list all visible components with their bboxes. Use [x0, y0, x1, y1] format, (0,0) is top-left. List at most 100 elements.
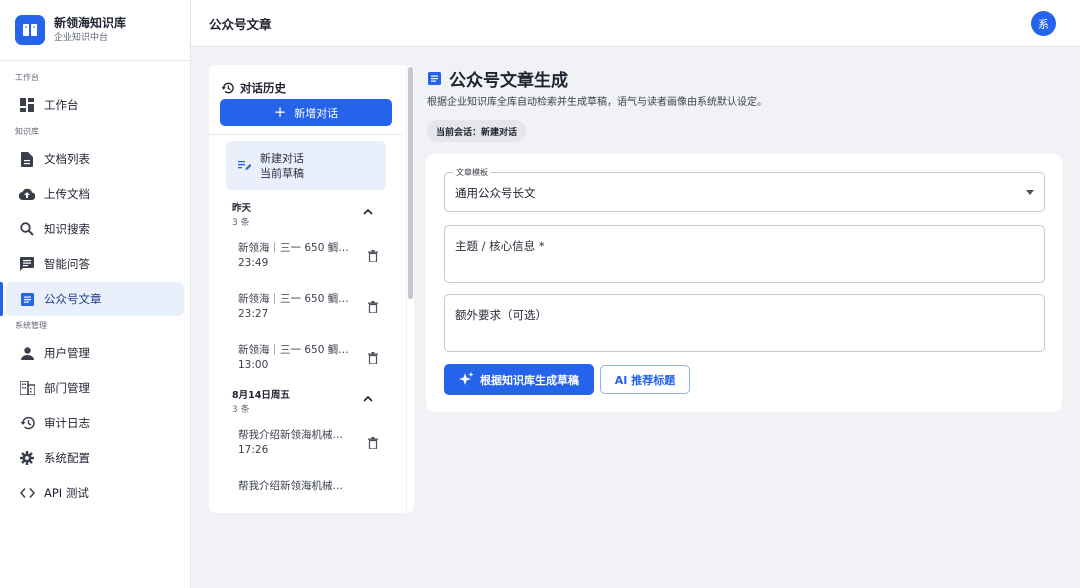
history-icon — [19, 415, 35, 431]
gear-icon — [19, 450, 35, 466]
current-chat-subtitle: 当前草稿 — [260, 166, 304, 180]
avatar[interactable]: 系 — [1031, 11, 1056, 36]
list-item[interactable]: 新领海｜三一 650 鲷鱼... 13:00 — [238, 332, 378, 383]
history-item-title: 新领海｜三一 650 鲷鱼... — [238, 293, 350, 305]
trash-icon[interactable] — [368, 437, 378, 449]
generate-draft-button[interactable]: 根据知识库生成草稿 — [444, 364, 594, 395]
page-title: 公众号文章 — [209, 16, 272, 32]
list-item[interactable]: 新领海｜三一 650 鲷鱼... 23:27 — [238, 281, 378, 332]
group-title: 8月14日周五 — [232, 390, 290, 401]
extra-placeholder: 额外要求（可选） — [455, 308, 547, 322]
sidebar-item-label: 工作台 — [44, 98, 79, 112]
main-heading: 公众号文章生成 — [449, 71, 568, 91]
divider — [209, 134, 403, 135]
new-chat-button[interactable]: + 新增对话 — [220, 99, 392, 126]
plus-icon: + — [273, 103, 287, 121]
history-item-title: 新领海｜三一 650 鲷鱼... — [238, 344, 350, 356]
document-icon — [19, 151, 35, 167]
sidebar: 新领海知识库 企业知识中台 工作台 工作台 知识库 文档列表 上传文档 知识搜索… — [0, 0, 191, 588]
group-count: 3 条 — [232, 405, 250, 415]
sidebar-item-label: 智能问答 — [44, 257, 90, 271]
history-item-title: 帮我介绍新领海机械化... — [238, 480, 350, 492]
history-icon — [221, 82, 234, 94]
history-panel: 对话历史 + 新增对话 新建对话 当前草稿 昨天 3 条 新领海｜三一 650 … — [209, 65, 414, 513]
sidebar-item-label: 文档列表 — [44, 152, 90, 166]
sidebar-item-documents[interactable]: 文档列表 — [6, 142, 184, 176]
extra-requirements-input[interactable]: 额外要求（可选） — [444, 294, 1045, 352]
group-title: 昨天 — [232, 203, 252, 214]
sidebar-item-departments[interactable]: 部门管理 — [6, 371, 184, 405]
trash-icon[interactable] — [368, 352, 378, 364]
code-icon — [19, 485, 35, 501]
book-logo-icon — [15, 15, 45, 45]
building-icon — [19, 380, 35, 396]
trash-icon[interactable] — [368, 301, 378, 313]
history-item-time: 23:49 — [238, 257, 269, 269]
sidebar-item-upload[interactable]: 上传文档 — [6, 177, 184, 211]
sidebar-item-label: 公众号文章 — [44, 292, 102, 306]
chevron-up-icon[interactable] — [363, 208, 373, 215]
new-chat-label: 新增对话 — [294, 106, 339, 120]
nav-section-knowledge: 知识库 — [15, 127, 39, 136]
brand-name: 新领海知识库 — [54, 15, 127, 30]
edit-note-icon — [238, 160, 251, 171]
main-title: 公众号文章生成 — [428, 66, 568, 91]
dashboard-icon — [19, 97, 35, 113]
topic-placeholder: 主题 / 核心信息 * — [455, 239, 545, 253]
template-value: 通用公众号长文 — [455, 186, 536, 200]
history-item-title: 新领海｜三一 650 鲷鱼... — [238, 242, 350, 254]
sidebar-item-label: 用户管理 — [44, 346, 90, 360]
template-select[interactable]: 文章模板 通用公众号长文 — [444, 167, 1045, 212]
session-chip: 当前会话：新建对话 — [427, 120, 527, 142]
sidebar-item-api[interactable]: API 测试 — [6, 476, 184, 510]
caret-down-icon — [1026, 190, 1034, 195]
chat-icon — [19, 256, 35, 272]
nav-section-system: 系统管理 — [15, 321, 47, 330]
sidebar-item-label: 知识搜索 — [44, 222, 90, 236]
current-chat-card[interactable]: 新建对话 当前草稿 — [226, 141, 386, 190]
sidebar-item-users[interactable]: 用户管理 — [6, 336, 184, 370]
sidebar-item-audit[interactable]: 审计日志 — [6, 406, 184, 440]
history-header: 对话历史 — [209, 65, 403, 97]
trash-icon[interactable] — [368, 250, 378, 262]
history-group-yesterday[interactable]: 昨天 3 条 — [232, 202, 403, 230]
history-group-aug14[interactable]: 8月14日周五 3 条 — [232, 389, 403, 417]
topbar: 公众号文章 系 — [191, 0, 1080, 47]
brand[interactable]: 新领海知识库 企业知识中台 — [0, 0, 190, 61]
sidebar-item-label: 系统配置 — [44, 451, 90, 465]
sidebar-item-label: API 测试 — [44, 486, 89, 500]
recommend-title-button[interactable]: AI 推荐标题 — [600, 365, 690, 394]
sidebar-item-qa[interactable]: 智能问答 — [6, 247, 184, 281]
sidebar-item-label: 部门管理 — [44, 381, 90, 395]
scroll-thumb[interactable] — [408, 67, 413, 299]
history-scrollbar[interactable] — [406, 65, 414, 513]
topic-input[interactable]: 主题 / 核心信息 * — [444, 225, 1045, 283]
user-icon — [19, 345, 35, 361]
history-item-time: 17:26 — [238, 444, 269, 456]
search-icon — [19, 221, 35, 237]
chevron-up-icon[interactable] — [363, 395, 373, 402]
article-form: 文章模板 通用公众号长文 主题 / 核心信息 * 额外要求（可选） 根据知识库生… — [426, 154, 1062, 412]
sidebar-item-workbench[interactable]: 工作台 — [6, 88, 184, 122]
group-count: 3 条 — [232, 218, 250, 228]
history-item-time: 23:27 — [238, 308, 269, 320]
sidebar-item-article[interactable]: 公众号文章 — [0, 282, 184, 316]
list-item[interactable]: 帮我介绍新领海机械化... — [238, 468, 378, 513]
list-item[interactable]: 帮我介绍新领海机械化... 17:26 — [238, 417, 378, 468]
article-icon — [428, 72, 441, 85]
sidebar-item-search[interactable]: 知识搜索 — [6, 212, 184, 246]
article-icon — [19, 291, 35, 307]
sidebar-item-label: 上传文档 — [44, 187, 90, 201]
brand-subtitle: 企业知识中台 — [54, 32, 109, 43]
nav-section-workbench: 工作台 — [15, 73, 39, 82]
sidebar-item-settings[interactable]: 系统配置 — [6, 441, 184, 475]
template-label: 文章模板 — [453, 167, 491, 178]
history-title: 对话历史 — [240, 81, 286, 95]
history-item-title: 帮我介绍新领海机械化... — [238, 429, 350, 441]
sparkle-icon — [459, 372, 474, 387]
main-description: 根据企业知识库全库自动检索并生成草稿，语气与读者画像由系统默认设定。 — [427, 97, 767, 108]
sidebar-item-label: 审计日志 — [44, 416, 90, 430]
generate-draft-label: 根据知识库生成草稿 — [480, 373, 579, 387]
list-item[interactable]: 新领海｜三一 650 鲷鱼... 23:49 — [238, 230, 378, 281]
cloud-upload-icon — [19, 186, 35, 202]
